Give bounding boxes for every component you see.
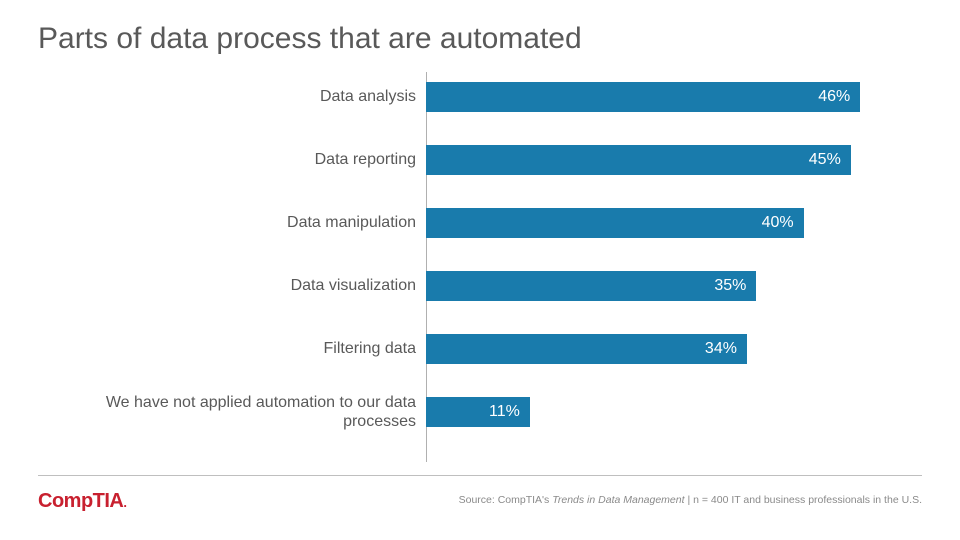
bar-row: Filtering data 34% xyxy=(78,330,898,368)
bar-track: 46% xyxy=(426,82,898,112)
category-label: Data reporting xyxy=(78,150,416,169)
value-label: 34% xyxy=(705,340,737,358)
value-label: 46% xyxy=(818,88,850,106)
category-label: Data manipulation xyxy=(78,213,416,232)
value-label: 11% xyxy=(489,403,520,421)
slide: Parts of data process that are automated… xyxy=(0,0,960,540)
source-suffix: | n = 400 IT and business professionals … xyxy=(685,494,922,506)
value-label: 35% xyxy=(714,277,746,295)
bar: 46% xyxy=(426,82,860,112)
bar: 40% xyxy=(426,208,804,238)
source-italic: Trends in Data Management xyxy=(552,494,684,506)
bar: 45% xyxy=(426,145,851,175)
category-label: Filtering data xyxy=(78,339,416,358)
bar-track: 11% xyxy=(426,397,898,427)
logo-text: CompTIA xyxy=(38,490,123,512)
category-label: Data visualization xyxy=(78,276,416,295)
bar: 34% xyxy=(426,334,747,364)
bar-track: 35% xyxy=(426,271,898,301)
bar: 35% xyxy=(426,271,756,301)
logo-tail: . xyxy=(123,495,126,510)
bar-row: We have not applied automation to our da… xyxy=(78,393,898,431)
bar-chart: Data analysis 46% Data reporting 45% Dat… xyxy=(78,78,898,458)
footer-rule xyxy=(38,475,922,476)
bar-track: 40% xyxy=(426,208,898,238)
category-label: Data analysis xyxy=(78,87,416,106)
source-prefix: Source: CompTIA's xyxy=(459,494,553,506)
logo: CompTIA. xyxy=(38,490,127,513)
page-title: Parts of data process that are automated xyxy=(38,22,582,56)
category-label: We have not applied automation to our da… xyxy=(78,393,416,431)
source-line: Source: CompTIA's Trends in Data Managem… xyxy=(459,494,922,506)
bar-row: Data visualization 35% xyxy=(78,267,898,305)
bar-track: 34% xyxy=(426,334,898,364)
bar: 11% xyxy=(426,397,530,427)
bar-row: Data manipulation 40% xyxy=(78,204,898,242)
value-label: 45% xyxy=(809,151,841,169)
bar-track: 45% xyxy=(426,145,898,175)
value-label: 40% xyxy=(762,214,794,232)
bar-row: Data reporting 45% xyxy=(78,141,898,179)
bar-row: Data analysis 46% xyxy=(78,78,898,116)
